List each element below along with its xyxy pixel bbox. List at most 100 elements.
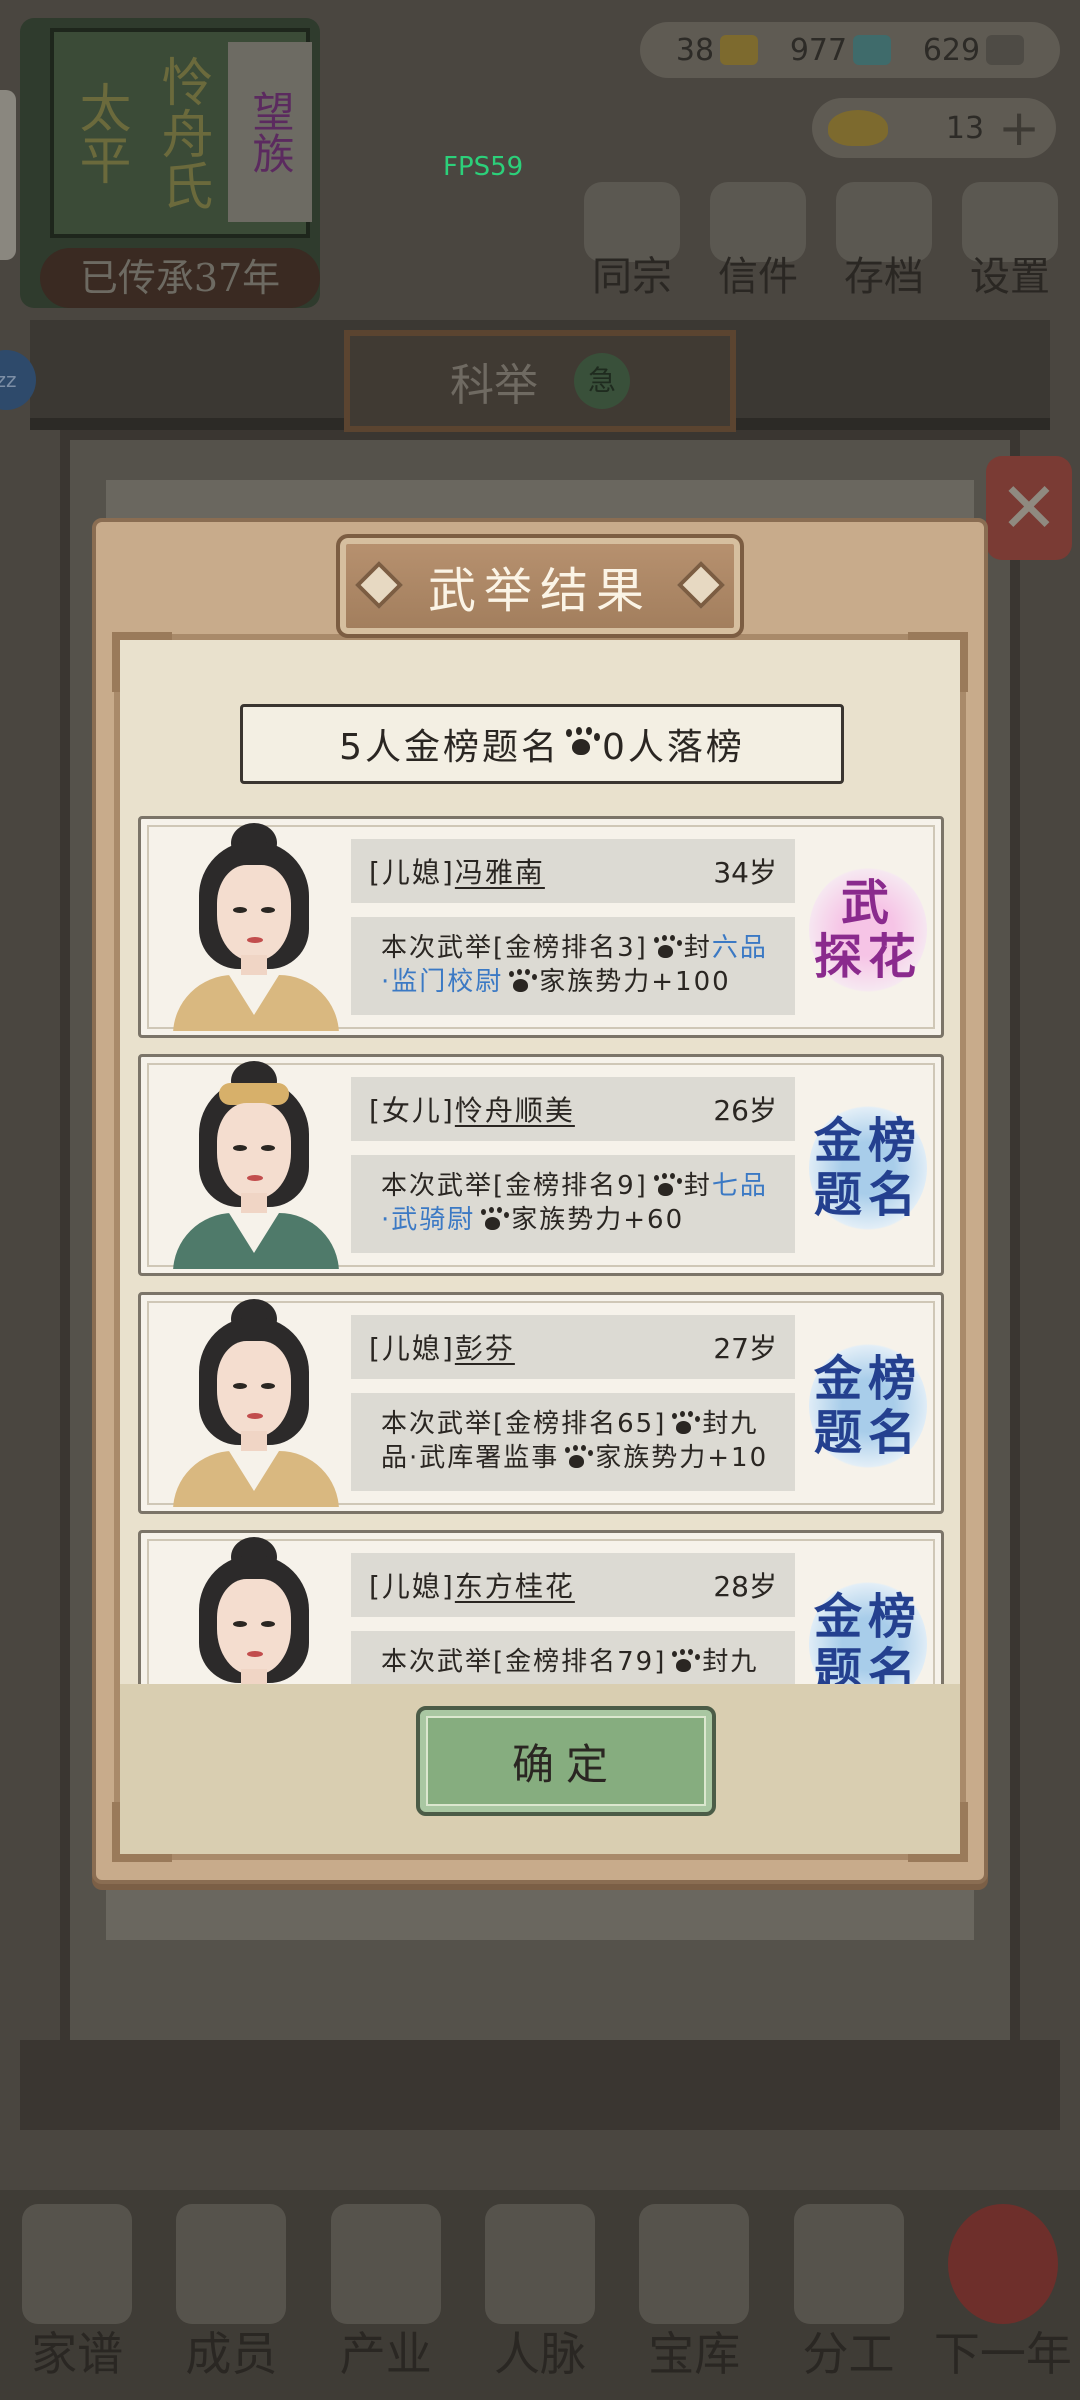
member-portrait — [159, 819, 345, 1031]
result-list[interactable]: [儿媳]冯雅南 34岁 本次武举[金榜排名3] 封六品·监门校尉 家族势力+100 武探花… — [120, 816, 960, 1696]
nav-item-6[interactable]: 下一年 — [933, 2194, 1073, 2384]
nav-label: 宝库 — [648, 2327, 741, 2381]
member-name-link[interactable]: 冯雅南 — [455, 856, 545, 889]
family-banner[interactable]: 太平 怜舟氏 望族 已传承37年 — [20, 18, 320, 308]
top-menu: 同宗 信件 存档 设置 — [580, 182, 1062, 302]
property-icon — [330, 2204, 441, 2324]
member-name[interactable]: [女儿]怜舟顺美 — [369, 1089, 575, 1129]
menu-label: 设置 — [970, 254, 1050, 300]
close-button[interactable]: ✕ — [986, 456, 1072, 560]
member-relation: [儿媳] — [369, 1570, 455, 1603]
clan-power-bonus: 家族势力+100 — [539, 967, 731, 997]
menu-label: 信件 — [718, 254, 798, 300]
appoint-text: 封 — [683, 1171, 712, 1201]
result-stamp: 金榜 题名 — [801, 1335, 935, 1477]
nav-item-0[interactable]: 家谱 — [7, 2194, 147, 2384]
stamp-line: 题名 — [813, 1405, 922, 1461]
gold-ingot-bar[interactable]: 13 + — [812, 98, 1056, 158]
member-name-link[interactable]: 东方桂花 — [455, 1570, 575, 1603]
member-name[interactable]: [儿媳]东方桂花 — [369, 1565, 575, 1605]
face — [217, 1341, 291, 1437]
fps-counter: FPS59 — [443, 152, 524, 182]
result-stamp: 金榜 题名 — [801, 1097, 935, 1239]
exam-rank-text: 本次武举[金榜排名65] — [381, 1409, 667, 1439]
mouth — [247, 1175, 263, 1181]
copper-coin-icon — [986, 35, 1025, 65]
silver-bill-icon — [853, 35, 892, 65]
result-summary: 5人金榜题名 0人落榜 — [240, 704, 844, 784]
gold-coin-icon — [720, 35, 759, 65]
mouth — [247, 1413, 263, 1419]
member-age: 26岁 — [713, 1094, 777, 1127]
result-card[interactable]: [儿媳]彭芬 27岁 本次武举[金榜排名65] 封九品·武库署监事 家族势力+10 金榜题… — [138, 1292, 944, 1514]
menu-label: 同宗 — [592, 254, 672, 300]
clan-power-bonus: 家族势力+10 — [595, 1443, 769, 1473]
exam-result-text: 本次武举[金榜排名3] 封六品·监门校尉 家族势力+100 — [351, 917, 795, 1015]
plaque-text-1: 太平 — [70, 81, 130, 185]
treasury-icon — [639, 2204, 750, 2324]
eye — [233, 1621, 247, 1627]
exam-rank-text: 本次武举[金榜排名3] — [381, 933, 648, 963]
menu-clan-button[interactable]: 同宗 — [580, 182, 684, 302]
stamp-text: 金榜 题名 — [808, 1590, 928, 1696]
pass-count: 5人金榜题名 — [339, 727, 560, 768]
eye — [233, 1145, 247, 1151]
member-name-link[interactable]: 怜舟顺美 — [455, 1094, 575, 1127]
result-card[interactable]: [儿媳]冯雅南 34岁 本次武举[金榜排名3] 封六品·监门校尉 家族势力+100 武探花 — [138, 816, 944, 1038]
mouth — [247, 1651, 263, 1657]
family-status: 望族 — [228, 42, 312, 222]
nav-item-3[interactable]: 人脉 — [470, 2194, 610, 2384]
member-relation: [儿媳] — [369, 1332, 455, 1365]
paw-icon — [670, 1650, 698, 1675]
confirm-button[interactable]: 确定 — [416, 1706, 716, 1816]
menu-label: 存档 — [844, 254, 924, 300]
member-name-bar: [儿媳]东方桂花 28岁 — [351, 1553, 795, 1617]
currency-item: 977 — [790, 33, 892, 68]
face — [217, 1103, 291, 1199]
nav-item-1[interactable]: 成员 — [161, 2194, 301, 2384]
appoint-text: 封 — [702, 1647, 731, 1677]
gold-ingot-icon — [828, 110, 888, 146]
exam-result-text: 本次武举[金榜排名65] 封九品·武库署监事 家族势力+10 — [351, 1393, 795, 1491]
menu-save-button[interactable]: 存档 — [832, 182, 936, 302]
eye — [261, 907, 275, 913]
nav-label: 产业 — [339, 2327, 432, 2381]
result-card[interactable]: [女儿]怜舟顺美 26岁 本次武举[金榜排名9] 封七品·武骑尉 家族势力+60 金榜 题名 — [138, 1054, 944, 1276]
plus-icon[interactable]: + — [998, 103, 1040, 153]
exam-title: 科举 — [450, 360, 538, 411]
plaque-text-2: 怜舟氏 — [152, 55, 212, 211]
member-name-link[interactable]: 彭芬 — [455, 1332, 515, 1365]
appoint-text: 封 — [702, 1409, 731, 1439]
side-tab[interactable] — [0, 90, 16, 260]
nav-item-2[interactable]: 产业 — [316, 2194, 456, 2384]
eye — [261, 1621, 275, 1627]
member-name[interactable]: [儿媳]彭芬 — [369, 1327, 515, 1367]
result-stamp: 武探花 — [801, 859, 935, 1001]
member-name-bar: [儿媳]彭芬 27岁 — [351, 1315, 795, 1379]
diamond-ornament-icon — [354, 560, 404, 610]
eye — [261, 1145, 275, 1151]
nav-item-5[interactable]: 分工 — [779, 2194, 919, 2384]
menu-mail-button[interactable]: 信件 — [706, 182, 810, 302]
dialog-title: 武举结果 — [427, 563, 652, 619]
stamp-line: 金榜 — [813, 1113, 922, 1169]
stamp-text: 金榜 题名 — [808, 1114, 928, 1222]
result-card[interactable]: [儿媳]东方桂花 28岁 本次武举[金榜排名79] 封九 金榜 题名 — [138, 1530, 944, 1696]
paw-icon — [563, 1446, 591, 1471]
bottom-nav: 家谱 成员 产业 人脉 宝库 分工 下一年 — [0, 2190, 1080, 2400]
currency-bar: 38 977 629 — [640, 22, 1060, 78]
family-tree-icon — [22, 2204, 133, 2324]
face — [217, 1579, 291, 1675]
result-panel: 5人金榜题名 0人落榜 [儿媳]冯雅南 34岁 本次武举[金榜排名3] 封六品·监门校… — [112, 632, 968, 1862]
family-plaque: 太平 怜舟氏 望族 — [50, 28, 312, 238]
nav-item-4[interactable]: 宝库 — [624, 2194, 764, 2384]
members-icon — [176, 2204, 287, 2324]
menu-settings-button[interactable]: 设置 — [958, 182, 1062, 302]
official-title: 九 — [730, 1647, 759, 1677]
network-icon — [484, 2204, 595, 2324]
stamp-line: 武 — [840, 875, 895, 931]
mouth — [247, 937, 263, 943]
member-name[interactable]: [儿媳]冯雅南 — [369, 851, 545, 891]
member-portrait — [159, 1295, 345, 1507]
stamp-text: 武探花 — [808, 876, 928, 984]
